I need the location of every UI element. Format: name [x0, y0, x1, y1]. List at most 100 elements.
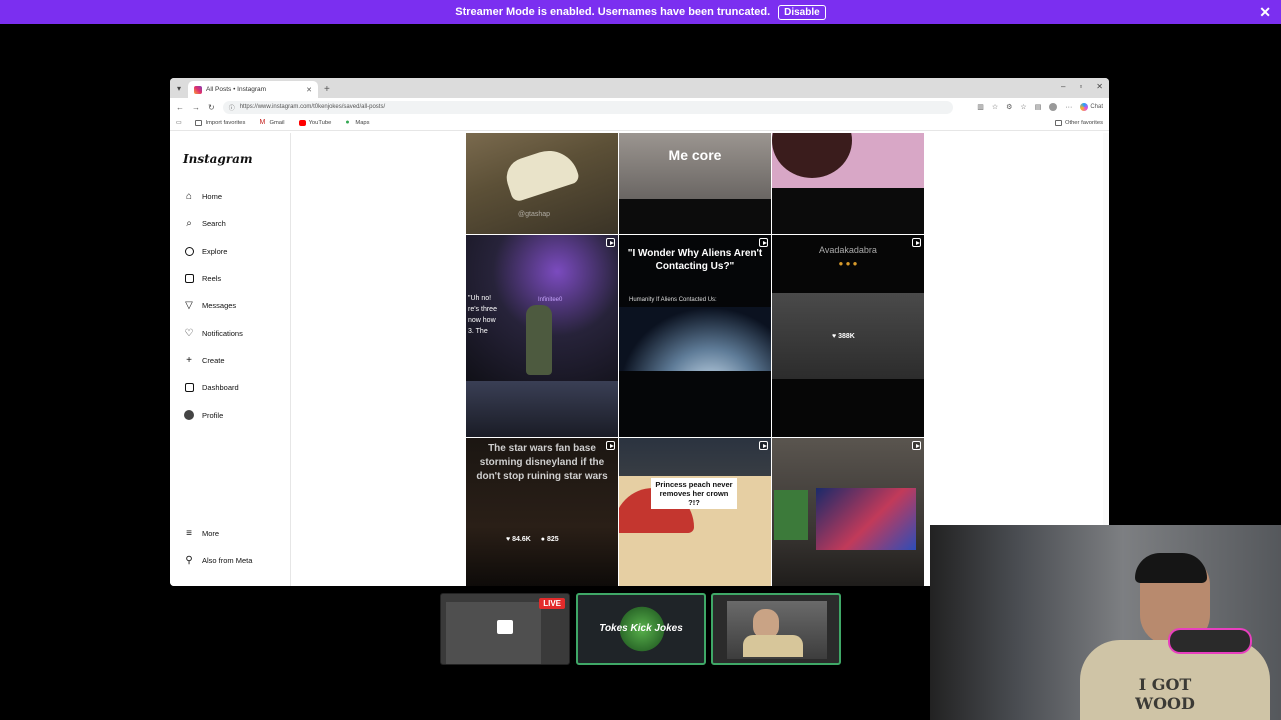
sidebar-item-more[interactable]: ≡ More: [183, 527, 219, 539]
post-tile[interactable]: "I Wonder Why Aliens Aren't Contacting U…: [619, 235, 771, 437]
heart-filled-icon: ♥: [832, 333, 837, 340]
post-tile[interactable]: Avadakadabra ● ● ● ♥ 388K: [772, 235, 924, 437]
sidebar-item-label: Dashboard: [202, 382, 239, 392]
avatar-icon: [183, 409, 195, 421]
page-scrollbar[interactable]: [1103, 133, 1109, 586]
split-view-icon[interactable]: ▥: [977, 103, 984, 111]
scene-thumbnail-logo[interactable]: Tokes Kick Jokes: [576, 593, 706, 665]
reel-icon: [759, 238, 768, 247]
folder-icon: [195, 120, 203, 126]
sidebar-item-label: Also from Meta: [202, 555, 253, 565]
back-icon[interactable]: ←: [176, 103, 184, 112]
close-icon[interactable]: ✕: [1259, 4, 1271, 21]
heart-icon: ♡: [184, 327, 194, 339]
folder-icon: [1054, 120, 1062, 126]
sidebar-item-home[interactable]: ⌂ Home: [183, 190, 222, 202]
refresh-icon[interactable]: ↻: [208, 103, 215, 112]
scene-thumbnail-webcam[interactable]: [711, 593, 841, 665]
plus-icon: +: [186, 354, 192, 366]
comments-count: ● 825: [540, 536, 559, 543]
menu-dots-icon[interactable]: ···: [1065, 104, 1072, 111]
post-image-blur: [466, 381, 618, 437]
tab-close-icon[interactable]: ✕: [306, 86, 312, 94]
tab-title: All Posts • Instagram: [206, 86, 267, 93]
profile-avatar-icon[interactable]: [1049, 103, 1058, 111]
search-icon: ⌕: [186, 217, 192, 229]
sidebar-item-reels[interactable]: Reels: [183, 272, 221, 284]
favorite-maps[interactable]: ● Maps: [345, 119, 370, 126]
monitor-icon: [497, 620, 513, 634]
youtube-icon: [298, 120, 306, 126]
post-tile[interactable]: @gtashap: [466, 133, 618, 234]
favorite-youtube[interactable]: YouTube: [298, 120, 331, 126]
copilot-button[interactable]: Chat: [1080, 103, 1103, 111]
sidebar-item-create[interactable]: + Create: [183, 354, 225, 366]
sidebar-item-label: Create: [202, 355, 225, 365]
sidebar-item-notifications[interactable]: ♡ Notifications: [183, 327, 243, 339]
sidebar-item-label: More: [202, 528, 220, 538]
sidebar-item-also-from-meta[interactable]: ⚲ Also from Meta: [183, 554, 252, 566]
sidebar-item-dashboard[interactable]: Dashboard: [183, 381, 239, 393]
instagram-favicon-icon: [194, 85, 202, 94]
url-field[interactable]: ⓘ https://www.instagram.com/t0kenjokes/s…: [222, 100, 953, 114]
copilot-label: Chat: [1090, 104, 1103, 110]
hamburger-icon: ≡: [186, 527, 192, 539]
browser-tab[interactable]: All Posts • Instagram ✕: [188, 81, 318, 98]
post-tile[interactable]: Princess peach never removes her crown ?…: [619, 438, 771, 586]
window-controls: – ▫ ✕: [1061, 82, 1103, 91]
downloads-icon[interactable]: ▤: [1035, 103, 1042, 111]
post-tile[interactable]: "Uh no! re's three now how 3. The Infinitee…: [466, 235, 618, 437]
collections-icon[interactable]: ☆: [1020, 103, 1026, 111]
heart-filled-icon: ♥: [506, 536, 511, 543]
disable-streamer-mode-button[interactable]: Disable: [778, 4, 826, 20]
post-tile[interactable]: Me core: [619, 133, 771, 234]
shirt-print: I GOT WOOD: [1135, 675, 1195, 713]
favorite-label: Gmail: [269, 120, 285, 126]
window-close-icon[interactable]: ✕: [1096, 82, 1103, 91]
sidebar-item-label: Messages: [202, 300, 237, 310]
sidebar-item-label: Home: [202, 191, 223, 201]
maximize-icon[interactable]: ▫: [1079, 82, 1082, 91]
tab-actions-icon[interactable]: ▾: [170, 78, 188, 98]
other-favorites[interactable]: Other favorites: [1054, 120, 1103, 126]
browser-window: ▾ All Posts • Instagram ✕ + – ▫ ✕ ← → ↻ …: [170, 78, 1109, 586]
post-tile[interactable]: [772, 438, 924, 586]
toolbar-icons: ▥ ☆ ⚙ ☆ ▤ ··· Chat: [977, 103, 1103, 111]
sidebar-item-profile[interactable]: Profile: [183, 409, 223, 421]
emoji-row: ● ● ●: [838, 259, 858, 268]
scene-thumbnail-screen[interactable]: LIVE: [440, 593, 570, 665]
post-stats: ♥ 388K: [832, 333, 855, 340]
post-caption: Princess peach never removes her crown ?…: [651, 478, 737, 509]
favorite-label: Other favorites: [1064, 120, 1103, 126]
post-stats: ♥ 84.6K ● 825: [506, 536, 559, 543]
minimize-icon[interactable]: –: [1061, 82, 1065, 91]
favorite-label: Maps: [355, 120, 370, 126]
favorite-gmail[interactable]: M Gmail: [259, 119, 285, 126]
site-info-icon[interactable]: ⓘ: [229, 103, 235, 112]
planet-image: [619, 307, 771, 371]
microphone-icon: [1170, 630, 1250, 652]
dashboard-icon: [183, 381, 195, 393]
new-tab-button[interactable]: +: [318, 81, 336, 98]
post-tile[interactable]: [772, 133, 924, 234]
extensions-icon[interactable]: ⚙: [1006, 103, 1012, 111]
forward-icon[interactable]: →: [192, 103, 200, 112]
sidebar-item-messages[interactable]: ▽ Messages: [183, 299, 236, 311]
post-tile[interactable]: The star wars fan base storming disneyla…: [466, 438, 618, 586]
live-badge: LIVE: [539, 598, 565, 609]
logo-text: Tokes Kick Jokes: [599, 623, 683, 634]
maps-pin-icon: ●: [345, 119, 350, 126]
favorite-star-icon[interactable]: ☆: [992, 103, 998, 111]
instagram-logo[interactable]: Instagram: [183, 152, 253, 166]
favorite-import[interactable]: Import favorites: [195, 120, 245, 126]
sidebar-toggle-icon[interactable]: ▭: [176, 120, 181, 126]
comment-icon: ●: [540, 536, 546, 543]
sidebar-item-label: Notifications: [202, 328, 243, 338]
url-text: https://www.instagram.com/t0kenjokes/sav…: [239, 104, 386, 110]
copilot-icon: [1080, 103, 1089, 111]
likes-count: ♥ 84.6K: [506, 536, 531, 543]
instagram-sidebar: Instagram ⌂ Home ⌕ Search Explore Reels …: [170, 133, 291, 586]
sidebar-item-search[interactable]: ⌕ Search: [183, 217, 226, 229]
soldier-figure: [526, 305, 552, 375]
sidebar-item-explore[interactable]: Explore: [183, 245, 227, 257]
